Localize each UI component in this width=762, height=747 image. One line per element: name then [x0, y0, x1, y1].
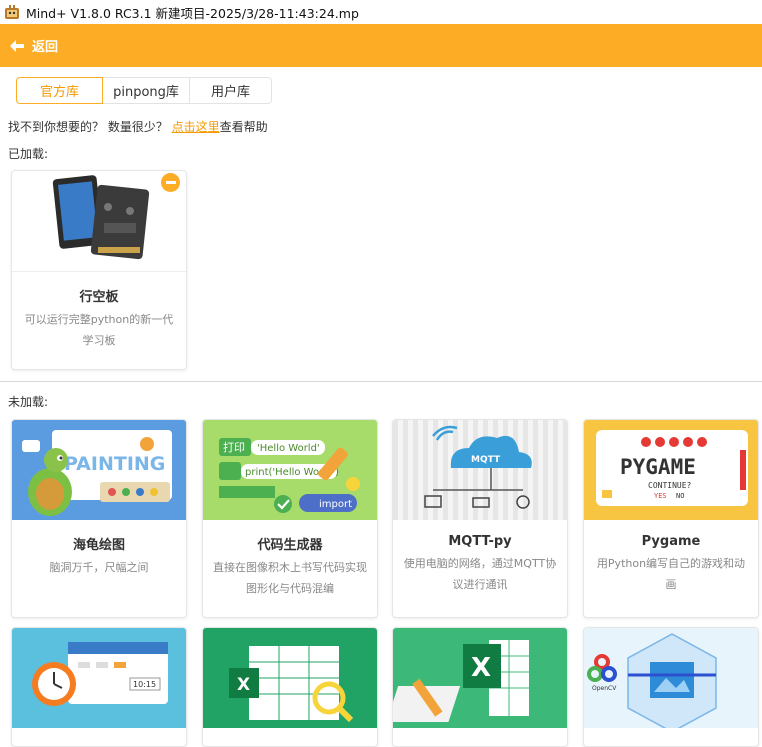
extension-card-code-generator[interactable]: 打印 'Hello World' print('Hello World') im… — [202, 419, 378, 618]
back-button[interactable]: 返回 — [10, 36, 58, 55]
card-title: 海龟绘图 — [72, 538, 125, 553]
excel-image: X — [393, 628, 567, 728]
svg-text:MQTT: MQTT — [471, 455, 501, 465]
library-tabs: 官方库 pinpong库 用户库 — [16, 77, 272, 104]
pygame-image: PYGAME CONTINUE? YES NO — [584, 420, 758, 520]
svg-text:X: X — [471, 653, 491, 683]
svg-text:PYGAME: PYGAME — [620, 455, 696, 479]
excel-search-image: X — [203, 628, 377, 728]
svg-text:'Hello World': 'Hello World' — [257, 443, 320, 454]
unloaded-section-label: 未加载: — [8, 395, 49, 409]
card-title: 代码生成器 — [257, 538, 323, 553]
unihiker-image — [12, 171, 186, 271]
extension-card-turtle[interactable]: PAINTING 海龟绘图 脑洞万千，尺幅之间 — [11, 419, 187, 618]
svg-text:打印: 打印 — [223, 440, 245, 454]
remove-extension-button[interactable] — [161, 173, 180, 192]
back-label: 返回 — [32, 40, 59, 55]
tab-user[interactable]: 用户库 — [190, 77, 272, 104]
card-title: MQTT-py — [448, 534, 512, 549]
opencv-image: OpenCV — [584, 628, 758, 728]
svg-text:import: import — [319, 499, 352, 510]
help-link[interactable]: 点击这里 — [172, 120, 220, 134]
card-title: Pygame — [641, 534, 701, 549]
svg-text:NO: NO — [676, 492, 684, 500]
svg-text:X: X — [237, 675, 250, 695]
top-bar: 返回 — [0, 24, 762, 67]
card-title: 行空板 — [79, 290, 119, 305]
svg-text:10:15: 10:15 — [133, 680, 156, 689]
painting-text: PAINTING — [64, 453, 165, 475]
tab-pinpong[interactable]: pinpong库 — [103, 77, 190, 104]
card-description: 使用电脑的网络，通过MQTT协议进行通讯 — [403, 557, 557, 591]
extension-card-pygame[interactable]: PYGAME CONTINUE? YES NO Pygame 用Python编写… — [583, 419, 759, 618]
extension-card-excel-search[interactable]: X — [202, 627, 378, 747]
svg-text:CONTINUE?: CONTINUE? — [648, 481, 692, 490]
mind-plus-app-icon — [4, 4, 20, 20]
mqtt-image: MQTT — [393, 420, 567, 520]
svg-text:OpenCV: OpenCV — [592, 685, 617, 692]
loaded-section-label: 已加载: — [8, 147, 49, 161]
extension-card-opencv[interactable]: OpenCV — [583, 627, 759, 747]
section-divider — [0, 381, 762, 382]
svg-text:YES: YES — [654, 492, 667, 500]
card-description: 脑洞万千，尺幅之间 — [49, 561, 149, 574]
title-bar: Mind+ V1.8.0 RC3.1 新建项目-2025/3/28-11:43:… — [0, 0, 762, 24]
turtle-painting-image: PAINTING — [12, 420, 186, 520]
hint-suffix: 查看帮助 — [219, 120, 268, 134]
hint-text: 找不到你想要的？ 数量很少？ — [8, 120, 168, 134]
window-title: Mind+ V1.8.0 RC3.1 新建项目-2025/3/28-11:43:… — [26, 5, 359, 21]
help-hint: 找不到你想要的？ 数量很少？ 点击这里查看帮助 — [8, 118, 268, 135]
code-generator-image: 打印 'Hello World' print('Hello World') im… — [203, 420, 377, 520]
extension-card-time[interactable]: 10:15 — [11, 627, 187, 747]
extension-card-unihiker[interactable]: 行空板 可以运行完整python的新一代学习板 — [11, 170, 187, 370]
extension-card-excel[interactable]: X — [392, 627, 568, 747]
time-calendar-image: 10:15 — [12, 628, 186, 728]
card-description: 可以运行完整python的新一代学习板 — [24, 313, 174, 347]
tab-official[interactable]: 官方库 — [16, 77, 103, 104]
back-arrow-icon — [10, 39, 24, 52]
extension-card-mqtt[interactable]: MQTT MQTT-py 使用电脑的网络，通过MQTT协议进行通讯 — [392, 419, 568, 618]
card-description: 直接在图像积木上书写代码实现图形化与代码混编 — [213, 561, 367, 595]
card-description: 用Python编写自己的游戏和动画 — [596, 557, 746, 591]
